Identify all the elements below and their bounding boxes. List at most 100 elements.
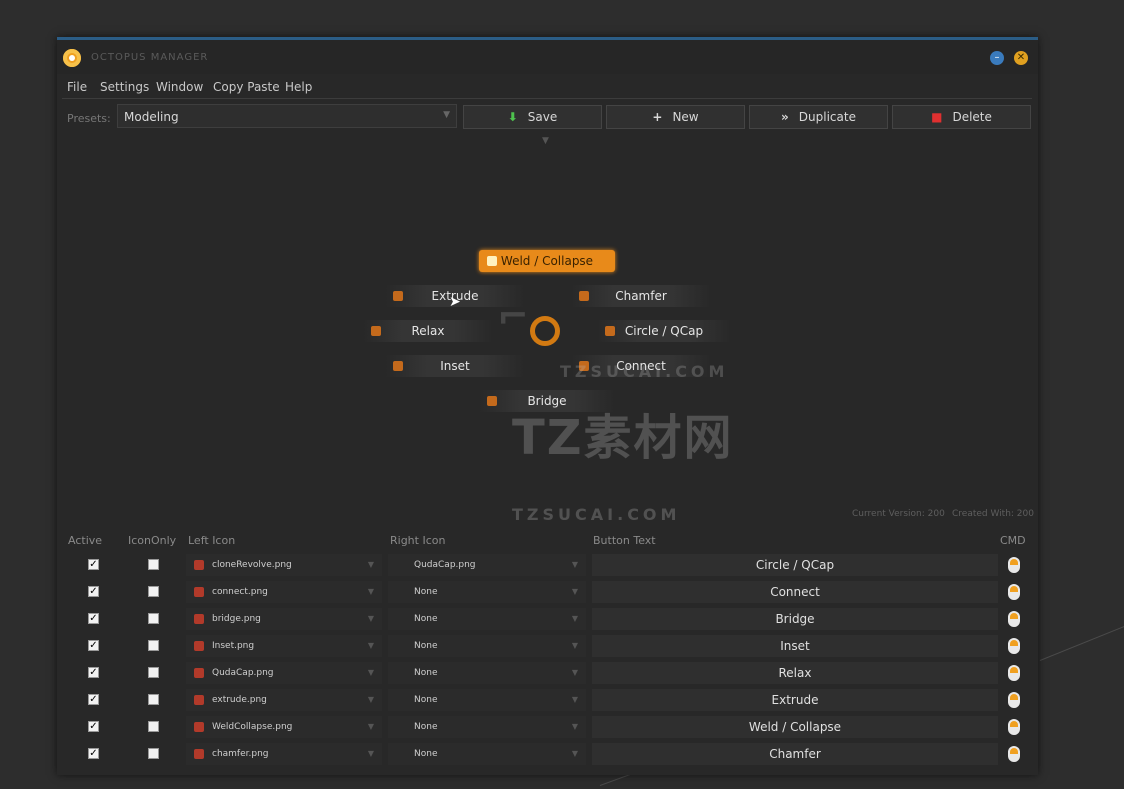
right-icon-value: QudaCap.png: [414, 560, 476, 570]
mouse-cmd-icon[interactable]: [1008, 746, 1020, 762]
left-icon-value: connect.png: [212, 587, 268, 597]
table-row[interactable]: ✓ cloneRevolve.png ▼ QudaCap.png ▼ Circle / Q…: [62, 552, 1032, 578]
left-icon-select[interactable]: extrude.png ▼: [186, 689, 382, 711]
chevron-down-icon: ▼: [443, 110, 450, 120]
right-icon-value: None: [414, 587, 438, 597]
menu-window[interactable]: Window: [156, 80, 203, 94]
icon-only-checkbox[interactable]: [148, 613, 159, 624]
right-icon-select[interactable]: None ▼: [388, 581, 586, 603]
icon-only-checkbox[interactable]: [148, 586, 159, 597]
icon-only-checkbox[interactable]: [148, 748, 159, 759]
col-left-icon: Left Icon: [188, 534, 236, 547]
duplicate-button[interactable]: » Duplicate: [749, 105, 888, 129]
left-icon-select[interactable]: cloneRevolve.png ▼: [186, 554, 382, 576]
left-icon-value: extrude.png: [212, 695, 267, 705]
left-icon-select[interactable]: Inset.png ▼: [186, 635, 382, 657]
button-text-field[interactable]: Chamfer: [592, 743, 998, 765]
table-row[interactable]: ✓ chamfer.png ▼ None ▼ Chamfer: [62, 741, 1032, 767]
right-icon-select[interactable]: QudaCap.png ▼: [388, 554, 586, 576]
chamfer-button[interactable]: Chamfer: [571, 285, 711, 307]
inset-button[interactable]: Inset: [385, 355, 525, 377]
table-row[interactable]: ✓ WeldCollapse.png ▼ None ▼ Weld / Collapse: [62, 714, 1032, 740]
chevron-down-icon: ▼: [367, 749, 374, 758]
left-icon-preview: [194, 560, 204, 570]
minimize-icon[interactable]: –: [990, 51, 1004, 65]
weld-collapse-button[interactable]: Weld / Collapse: [479, 250, 615, 272]
icon-only-checkbox[interactable]: [148, 559, 159, 570]
right-icon-select[interactable]: None ▼: [388, 689, 586, 711]
new-button[interactable]: + New: [606, 105, 745, 129]
chevron-down-icon: ▼: [367, 587, 374, 596]
active-checkbox[interactable]: ✓: [88, 748, 99, 759]
left-icon-preview: [194, 722, 204, 732]
icon-only-checkbox[interactable]: [148, 640, 159, 651]
mouse-cmd-icon[interactable]: [1008, 638, 1020, 654]
presets-dropdown[interactable]: Modeling ▼: [117, 104, 457, 128]
active-checkbox[interactable]: ✓: [88, 613, 99, 624]
left-icon-select[interactable]: QudaCap.png ▼: [186, 662, 382, 684]
relax-button[interactable]: Relax: [363, 320, 493, 342]
chevron-down-icon: ▼: [367, 641, 374, 650]
menu-help[interactable]: Help: [285, 80, 312, 94]
button-text-field[interactable]: Connect: [592, 581, 998, 603]
right-icon-select[interactable]: None ▼: [388, 716, 586, 738]
title-bar[interactable]: OCTOPUS MANAGER – ✕: [57, 40, 1038, 74]
chevron-down-icon: ▼: [571, 695, 578, 704]
left-icon-preview: [194, 668, 204, 678]
active-checkbox[interactable]: ✓: [88, 694, 99, 705]
right-icon-select[interactable]: None ▼: [388, 608, 586, 630]
col-cmd: CMD: [1000, 534, 1026, 547]
chevron-down-icon: ▼: [571, 614, 578, 623]
table-row[interactable]: ✓ bridge.png ▼ None ▼ Bridge: [62, 606, 1032, 632]
active-checkbox[interactable]: ✓: [88, 640, 99, 651]
left-icon-select[interactable]: connect.png ▼: [186, 581, 382, 603]
table-row[interactable]: ✓ connect.png ▼ None ▼ Connect: [62, 579, 1032, 605]
right-icon-value: None: [414, 722, 438, 732]
watermark-url: TZSUCAI.COM: [512, 505, 681, 524]
table-row[interactable]: ✓ extrude.png ▼ None ▼ Extrude: [62, 687, 1032, 713]
button-text-field[interactable]: Inset: [592, 635, 998, 657]
table-row[interactable]: ✓ Inset.png ▼ None ▼ Inset: [62, 633, 1032, 659]
left-icon-select[interactable]: chamfer.png ▼: [186, 743, 382, 765]
chevron-down-icon: ▼: [571, 722, 578, 731]
left-icon-select[interactable]: bridge.png ▼: [186, 608, 382, 630]
active-checkbox[interactable]: ✓: [88, 721, 99, 732]
active-checkbox[interactable]: ✓: [88, 559, 99, 570]
table-row[interactable]: ✓ QudaCap.png ▼ None ▼ Relax: [62, 660, 1032, 686]
right-icon-select[interactable]: None ▼: [388, 743, 586, 765]
close-icon[interactable]: ✕: [1014, 51, 1028, 65]
right-icon-value: None: [414, 695, 438, 705]
menu-file[interactable]: File: [67, 80, 87, 94]
active-checkbox[interactable]: ✓: [88, 667, 99, 678]
mouse-cmd-icon[interactable]: [1008, 665, 1020, 681]
left-icon-select[interactable]: WeldCollapse.png ▼: [186, 716, 382, 738]
double-chevron-icon: »: [781, 110, 789, 124]
delete-button[interactable]: ■ Delete: [892, 105, 1031, 129]
mouse-cmd-icon[interactable]: [1008, 611, 1020, 627]
button-text-field[interactable]: Extrude: [592, 689, 998, 711]
mouse-cmd-icon[interactable]: [1008, 557, 1020, 573]
left-icon-preview: [194, 587, 204, 597]
relax-icon: [371, 326, 381, 336]
chevron-down-icon: ▼: [367, 722, 374, 731]
right-icon-select[interactable]: None ▼: [388, 662, 586, 684]
save-button[interactable]: ⬇ Save: [463, 105, 602, 129]
button-text-field[interactable]: Relax: [592, 662, 998, 684]
center-ring-icon: [530, 316, 560, 346]
button-text-field[interactable]: Bridge: [592, 608, 998, 630]
mouse-cmd-icon[interactable]: [1008, 719, 1020, 735]
button-text-field[interactable]: Circle / QCap: [592, 554, 998, 576]
icon-only-checkbox[interactable]: [148, 721, 159, 732]
octopus-manager-window: OCTOPUS MANAGER – ✕ File Settings Window…: [57, 37, 1038, 775]
button-text-field[interactable]: Weld / Collapse: [592, 716, 998, 738]
right-icon-select[interactable]: None ▼: [388, 635, 586, 657]
mouse-cmd-icon[interactable]: [1008, 584, 1020, 600]
active-checkbox[interactable]: ✓: [88, 586, 99, 597]
icon-only-checkbox[interactable]: [148, 694, 159, 705]
menu-settings[interactable]: Settings: [100, 80, 149, 94]
icon-only-checkbox[interactable]: [148, 667, 159, 678]
left-icon-value: Inset.png: [212, 641, 255, 651]
mouse-cmd-icon[interactable]: [1008, 692, 1020, 708]
circle-qcap-button[interactable]: Circle / QCap: [597, 320, 731, 342]
menu-copy-paste[interactable]: Copy Paste: [213, 80, 280, 94]
